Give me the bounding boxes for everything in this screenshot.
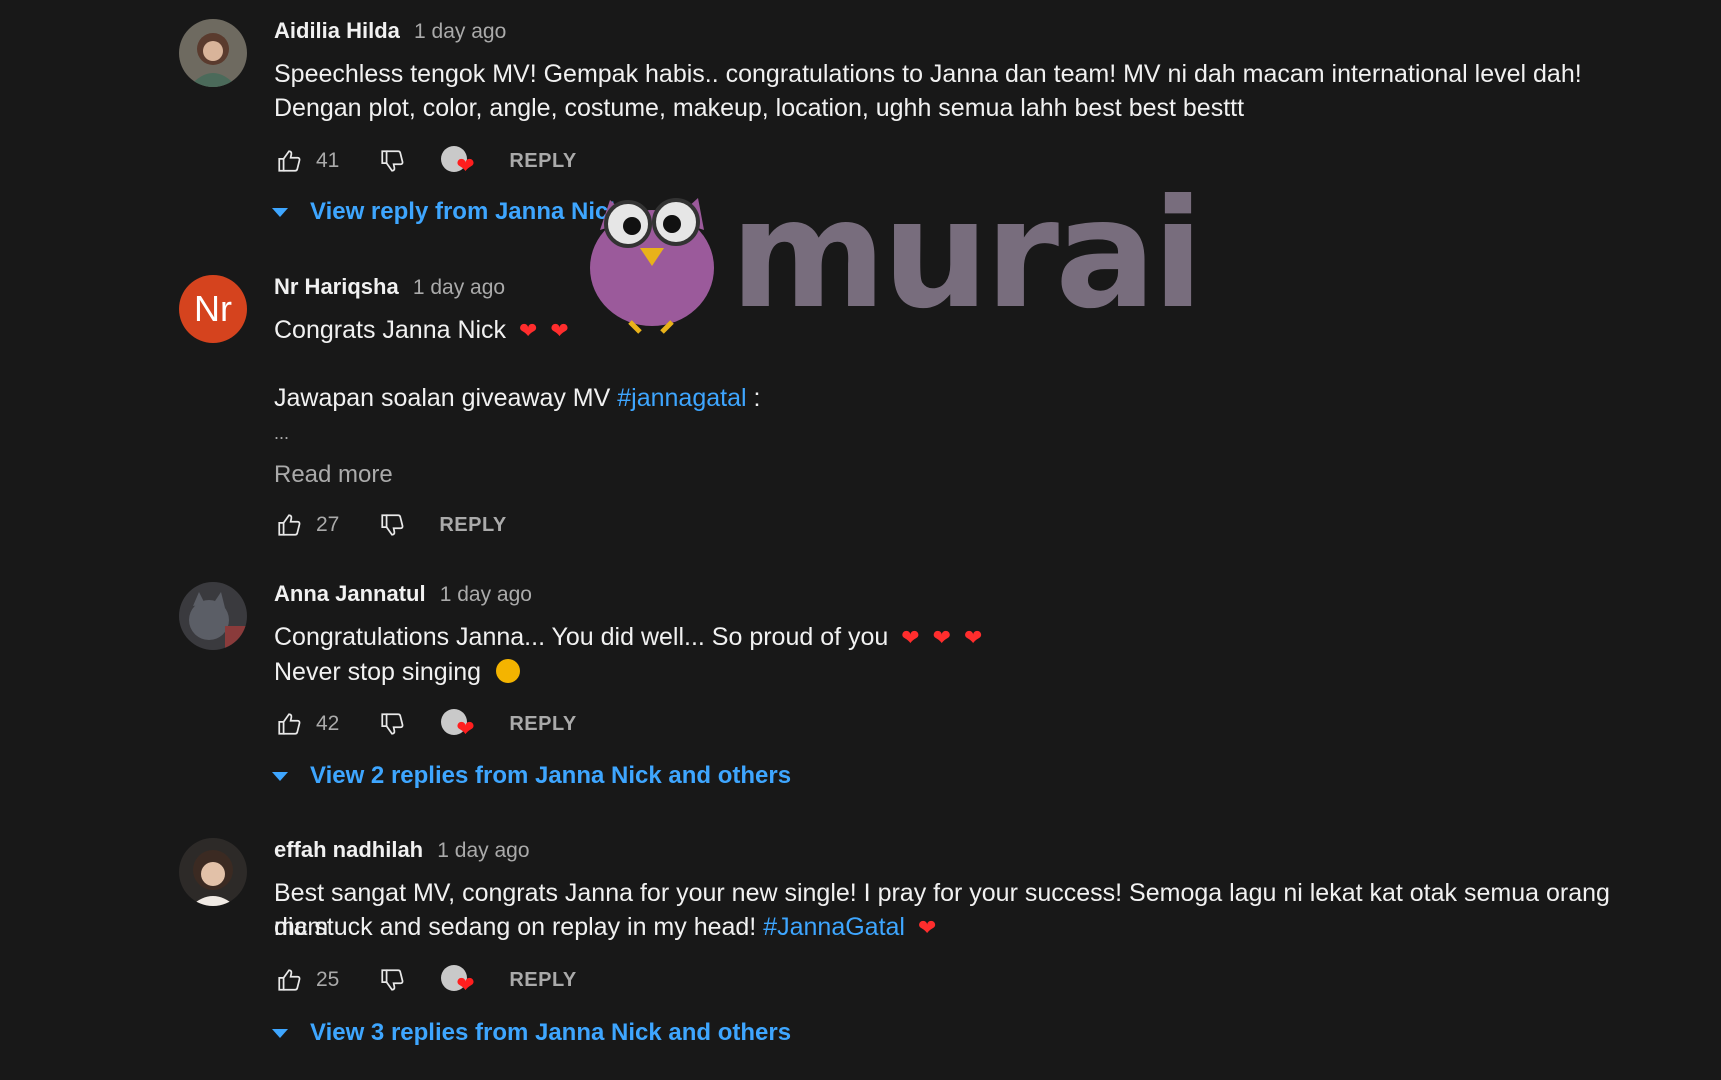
view-replies-label: View 3 replies from Janna Nick and other… <box>310 1019 792 1046</box>
comment-author[interactable]: Aidilia Hilda <box>274 18 400 43</box>
view-replies-button[interactable]: View 2 replies from Janna Nick and other… <box>272 762 791 790</box>
comment-timestamp[interactable]: 1 day ago <box>437 839 529 862</box>
reply-button[interactable]: REPLY <box>509 150 576 173</box>
view-replies-label: View reply from Janna Nick <box>310 198 622 225</box>
like-count: 41 <box>316 149 340 172</box>
dislike-icon[interactable] <box>377 709 407 739</box>
comment-line: Never stop singing <box>274 658 482 686</box>
user-photo-icon <box>179 19 247 87</box>
cat-photo-icon <box>179 582 247 650</box>
caret-down-icon <box>272 771 288 781</box>
view-replies-label: View 2 replies from Janna Nick and other… <box>310 762 792 789</box>
dislike-icon[interactable] <box>377 510 407 540</box>
heart-emoji-icon: ❤ <box>550 318 569 343</box>
user-photo-icon <box>179 838 247 906</box>
heart-emoji-icon: ❤ <box>519 318 538 343</box>
reply-button[interactable]: REPLY <box>509 969 576 992</box>
creator-heart-icon: ❤ <box>441 144 477 178</box>
like-count: 27 <box>316 513 340 536</box>
comment-author[interactable]: Anna Jannatul <box>274 581 426 606</box>
heart-emoji-icon: ❤ <box>964 625 983 650</box>
comment-text: Speechless tengok MV! Gempak habis.. con… <box>274 60 1582 122</box>
avatar[interactable] <box>179 582 247 650</box>
comment-text: Never stop singing <box>274 655 1624 689</box>
hashtag-link[interactable]: #jannagatal <box>617 384 746 412</box>
caret-down-icon <box>272 1028 288 1038</box>
hashtag-link[interactable]: #JannaGatal <box>763 913 905 941</box>
like-icon[interactable] <box>274 709 304 739</box>
comment-author[interactable]: Nr Hariqsha <box>274 274 399 299</box>
comment-line: dia stuck and sedang on replay in my hea… <box>274 913 764 941</box>
comment-text: Congrats Janna Nick ❤ ❤ <box>274 313 1624 348</box>
like-count: 25 <box>316 968 340 991</box>
reply-button[interactable]: REPLY <box>509 713 576 736</box>
comment-author[interactable]: effah nadhilah <box>274 837 423 862</box>
like-icon[interactable] <box>274 146 304 176</box>
comment-line: Congrats Janna Nick <box>274 316 507 344</box>
comment-timestamp[interactable]: 1 day ago <box>414 20 506 43</box>
like-count: 42 <box>316 712 340 735</box>
caret-down-icon <box>272 207 288 217</box>
avatar[interactable]: Nr <box>179 275 247 343</box>
dislike-icon[interactable] <box>377 146 407 176</box>
kiss-emoji-icon <box>496 659 521 683</box>
creator-heart-icon: ❤ <box>441 707 477 741</box>
comment-line: Jawapan soalan giveaway MV <box>274 384 618 412</box>
comment-timestamp[interactable]: 1 day ago <box>413 276 505 299</box>
comment-line: : <box>746 384 761 412</box>
avatar[interactable] <box>179 838 247 906</box>
creator-heart-icon: ❤ <box>441 963 477 997</box>
comment-line: Congratulations Janna... You did well...… <box>274 623 889 651</box>
view-replies-button[interactable]: View reply from Janna Nick <box>272 198 622 226</box>
heart-emoji-icon: ❤ <box>917 915 937 940</box>
avatar[interactable] <box>179 19 247 87</box>
reply-button[interactable]: REPLY <box>439 514 506 537</box>
ellipsis: ... <box>274 423 290 443</box>
dislike-icon[interactable] <box>377 965 407 995</box>
view-replies-button[interactable]: View 3 replies from Janna Nick and other… <box>272 1019 791 1047</box>
comment-text: Congratulations Janna... You did well...… <box>274 620 1624 655</box>
comment-timestamp[interactable]: 1 day ago <box>440 583 532 606</box>
like-icon[interactable] <box>274 510 304 540</box>
comments-thread: Aidilia Hilda 1 day ago Speechless tengo… <box>0 0 1721 1080</box>
comment-text: dia stuck and sedang on replay in my hea… <box>274 910 1624 945</box>
like-icon[interactable] <box>274 965 304 995</box>
read-more-button[interactable]: Read more <box>274 461 393 489</box>
heart-emoji-icon: ❤ <box>901 625 920 650</box>
comment-text: Jawapan soalan giveaway MV #jannagatal : <box>274 381 1624 415</box>
heart-emoji-icon: ❤ <box>932 625 952 650</box>
